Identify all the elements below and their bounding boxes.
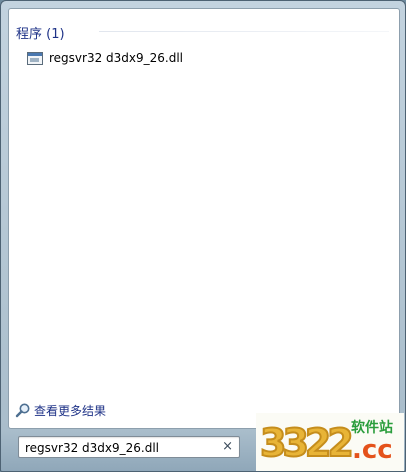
watermark-tld: .cc — [352, 435, 393, 465]
clear-search-icon[interactable]: × — [222, 439, 233, 455]
see-more-results-label: 查看更多结果 — [34, 403, 107, 418]
site-watermark-logo: 3322 软件站 .cc — [256, 413, 404, 471]
watermark-site-name: 软件站 — [351, 420, 393, 436]
result-item-label: regsvr32 d3dx9_26.dll — [49, 51, 184, 65]
search-box[interactable]: regsvr32 d3dx9_26.dll × — [18, 436, 240, 458]
magnifier-icon — [15, 403, 30, 418]
application-window-icon — [27, 51, 43, 65]
start-menu: 程序 (1) regsvr32 d3dx9_26.dll 查看更多结果 regs… — [0, 0, 406, 472]
group-divider — [99, 31, 389, 32]
search-input[interactable]: regsvr32 d3dx9_26.dll — [25, 440, 215, 456]
results-group-header: 程序 (1) — [16, 27, 65, 42]
result-item-regsvr32[interactable]: regsvr32 d3dx9_26.dll — [27, 47, 307, 69]
search-results-panel: 程序 (1) regsvr32 d3dx9_26.dll — [8, 8, 400, 429]
see-more-results-link[interactable]: 查看更多结果 — [15, 401, 106, 419]
watermark-digits: 3322 — [259, 420, 355, 466]
